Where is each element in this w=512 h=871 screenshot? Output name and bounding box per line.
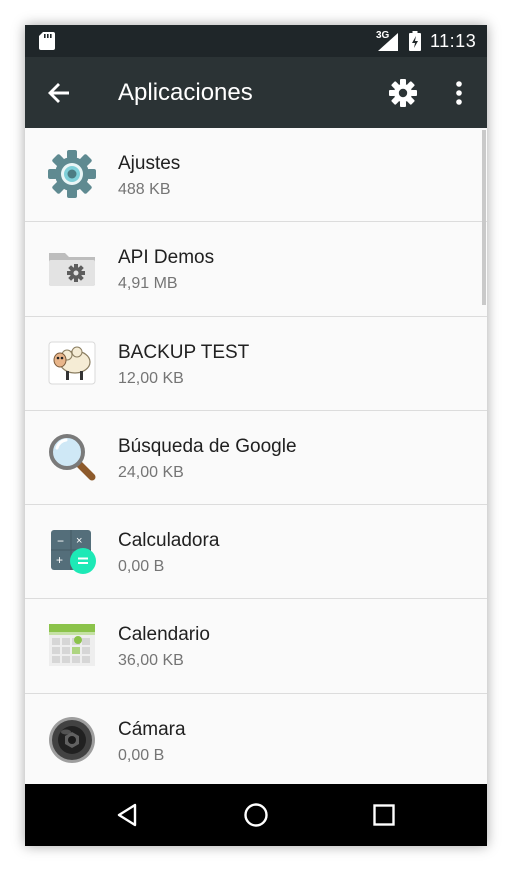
app-name: Calendario [118, 624, 210, 646]
folder-gear-icon [49, 253, 95, 287]
app-name: API Demos [118, 247, 215, 269]
list-scrollbar[interactable] [482, 130, 486, 305]
svg-text:+: + [56, 553, 63, 567]
gear-icon[interactable] [387, 77, 419, 109]
back-arrow-icon[interactable] [43, 77, 75, 109]
app-size: 4,91 MB [118, 275, 178, 293]
list-item-ajustes[interactable]: Ajustes 488 KB [25, 128, 487, 223]
status-clock: 11:13 [430, 31, 477, 51]
app-bar: Aplicaciones [25, 57, 487, 128]
app-list: Ajustes 488 KB API Demos 4,91 MB BACKUP … [25, 128, 487, 784]
app-name: Ajustes [118, 153, 181, 174]
nav-bar [25, 784, 487, 846]
app-name: Calculadora [118, 530, 220, 552]
signal-icon [378, 33, 398, 51]
app-name: BACKUP TEST [118, 341, 250, 363]
list-item-api-demos[interactable]: API Demos 4,91 MB [25, 222, 487, 317]
nav-home-icon[interactable] [241, 800, 271, 830]
calendar-icon [49, 624, 95, 667]
sheep-icon [48, 341, 96, 385]
list-item-busqueda-google[interactable]: Búsqueda de Google 24,00 KB [25, 410, 487, 506]
phone-screen: 3G 11:13 Aplicaciones Ajustes 488 KB API… [25, 25, 487, 846]
app-name: Cámara [118, 718, 186, 740]
svg-text:−: − [57, 534, 64, 548]
more-vert-icon[interactable] [445, 77, 473, 109]
status-bar: 3G 11:13 [25, 25, 487, 57]
nav-recents-icon[interactable] [369, 800, 399, 830]
list-item-calculadora[interactable]: − × + Calculadora 0,00 B [25, 505, 487, 600]
app-size: 24,00 KB [118, 463, 184, 481]
nav-back-icon[interactable] [113, 800, 143, 830]
list-item-calendario[interactable]: Calendario 36,00 KB [25, 599, 487, 694]
app-size: 36,00 KB [118, 652, 184, 670]
page-title: Aplicaciones [118, 79, 253, 106]
sd-card-icon [39, 32, 55, 50]
app-name: Búsqueda de Google [118, 435, 297, 457]
app-size: 488 KB [118, 181, 171, 198]
list-item-camara[interactable]: Cámara 0,00 B [25, 693, 487, 784]
svg-text:×: × [76, 535, 82, 547]
app-size: 12,00 KB [118, 369, 184, 387]
camera-icon [49, 716, 95, 763]
battery-charging-icon [409, 31, 421, 51]
calculator-icon: − × + [51, 530, 96, 575]
app-size: 0,00 B [118, 746, 165, 764]
app-size: 0,00 B [118, 558, 165, 576]
list-item-backup-test[interactable]: BACKUP TEST 12,00 KB [25, 316, 487, 411]
settings-gear-icon [48, 150, 96, 198]
magnifier-icon [49, 433, 96, 481]
